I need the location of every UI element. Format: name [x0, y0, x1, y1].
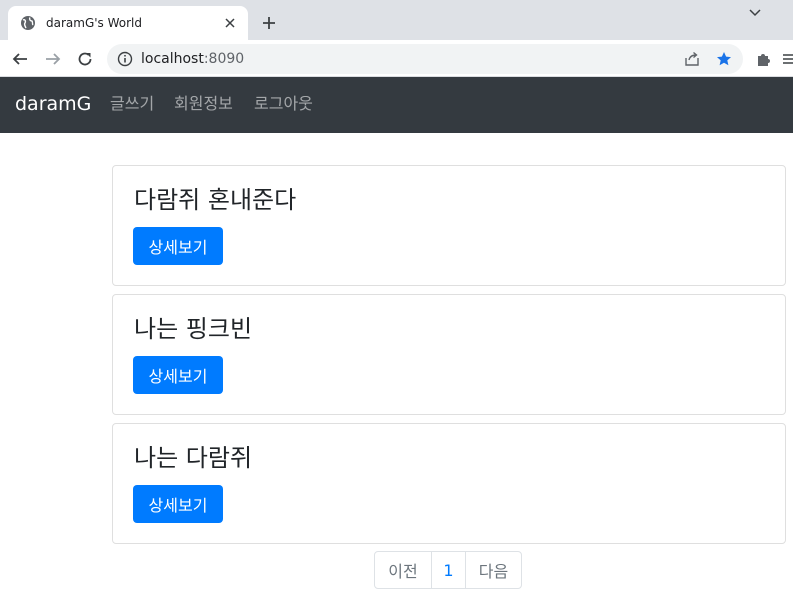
close-icon[interactable]	[222, 15, 238, 31]
address-bar[interactable]: localhost:8090	[107, 44, 743, 74]
pagination-page-1[interactable]: 1	[432, 552, 466, 588]
side-panel-icon[interactable]	[782, 50, 793, 68]
back-arrow-icon[interactable]	[9, 48, 31, 70]
share-icon[interactable]	[683, 50, 701, 68]
globe-icon	[20, 15, 36, 31]
post-title: 다람쥐 혼내준다	[134, 186, 297, 214]
post-card: 나는 다람쥐 상세보기	[112, 423, 786, 544]
star-icon[interactable]	[715, 50, 733, 68]
post-title: 나는 핑크빈	[134, 315, 253, 343]
post-card: 다람쥐 혼내준다 상세보기	[112, 165, 786, 286]
detail-button[interactable]: 상세보기	[133, 356, 223, 394]
browser-tab-strip: daramG's World	[0, 0, 793, 40]
site-navbar: daramG 글쓰기 회원정보 로그아웃	[0, 77, 793, 133]
info-icon[interactable]	[117, 51, 133, 67]
browser-tab[interactable]: daramG's World	[8, 6, 248, 40]
detail-button[interactable]: 상세보기	[133, 227, 223, 265]
pagination-next[interactable]: 다음	[466, 552, 521, 588]
site-brand[interactable]: daramG	[15, 92, 91, 116]
reload-icon[interactable]	[74, 48, 96, 70]
puzzle-icon[interactable]	[754, 49, 774, 69]
chevron-down-icon[interactable]	[746, 6, 764, 20]
url-port: :8090	[203, 51, 245, 67]
nav-link-write[interactable]: 글쓰기	[110, 94, 154, 114]
url-host: localhost	[141, 51, 204, 67]
detail-button[interactable]: 상세보기	[133, 485, 223, 523]
forward-arrow-icon[interactable]	[42, 48, 64, 70]
tab-title: daramG's World	[46, 16, 142, 30]
url-text: localhost:8090	[141, 51, 244, 67]
pagination-prev[interactable]: 이전	[375, 552, 432, 588]
nav-link-logout[interactable]: 로그아웃	[254, 94, 313, 114]
browser-toolbar: localhost:8090	[0, 40, 793, 77]
new-tab-button[interactable]	[258, 12, 280, 34]
post-title: 나는 다람쥐	[134, 444, 253, 472]
post-card: 나는 핑크빈 상세보기	[112, 294, 786, 415]
pagination: 이전 1 다음	[374, 551, 522, 589]
nav-link-profile[interactable]: 회원정보	[174, 94, 233, 114]
